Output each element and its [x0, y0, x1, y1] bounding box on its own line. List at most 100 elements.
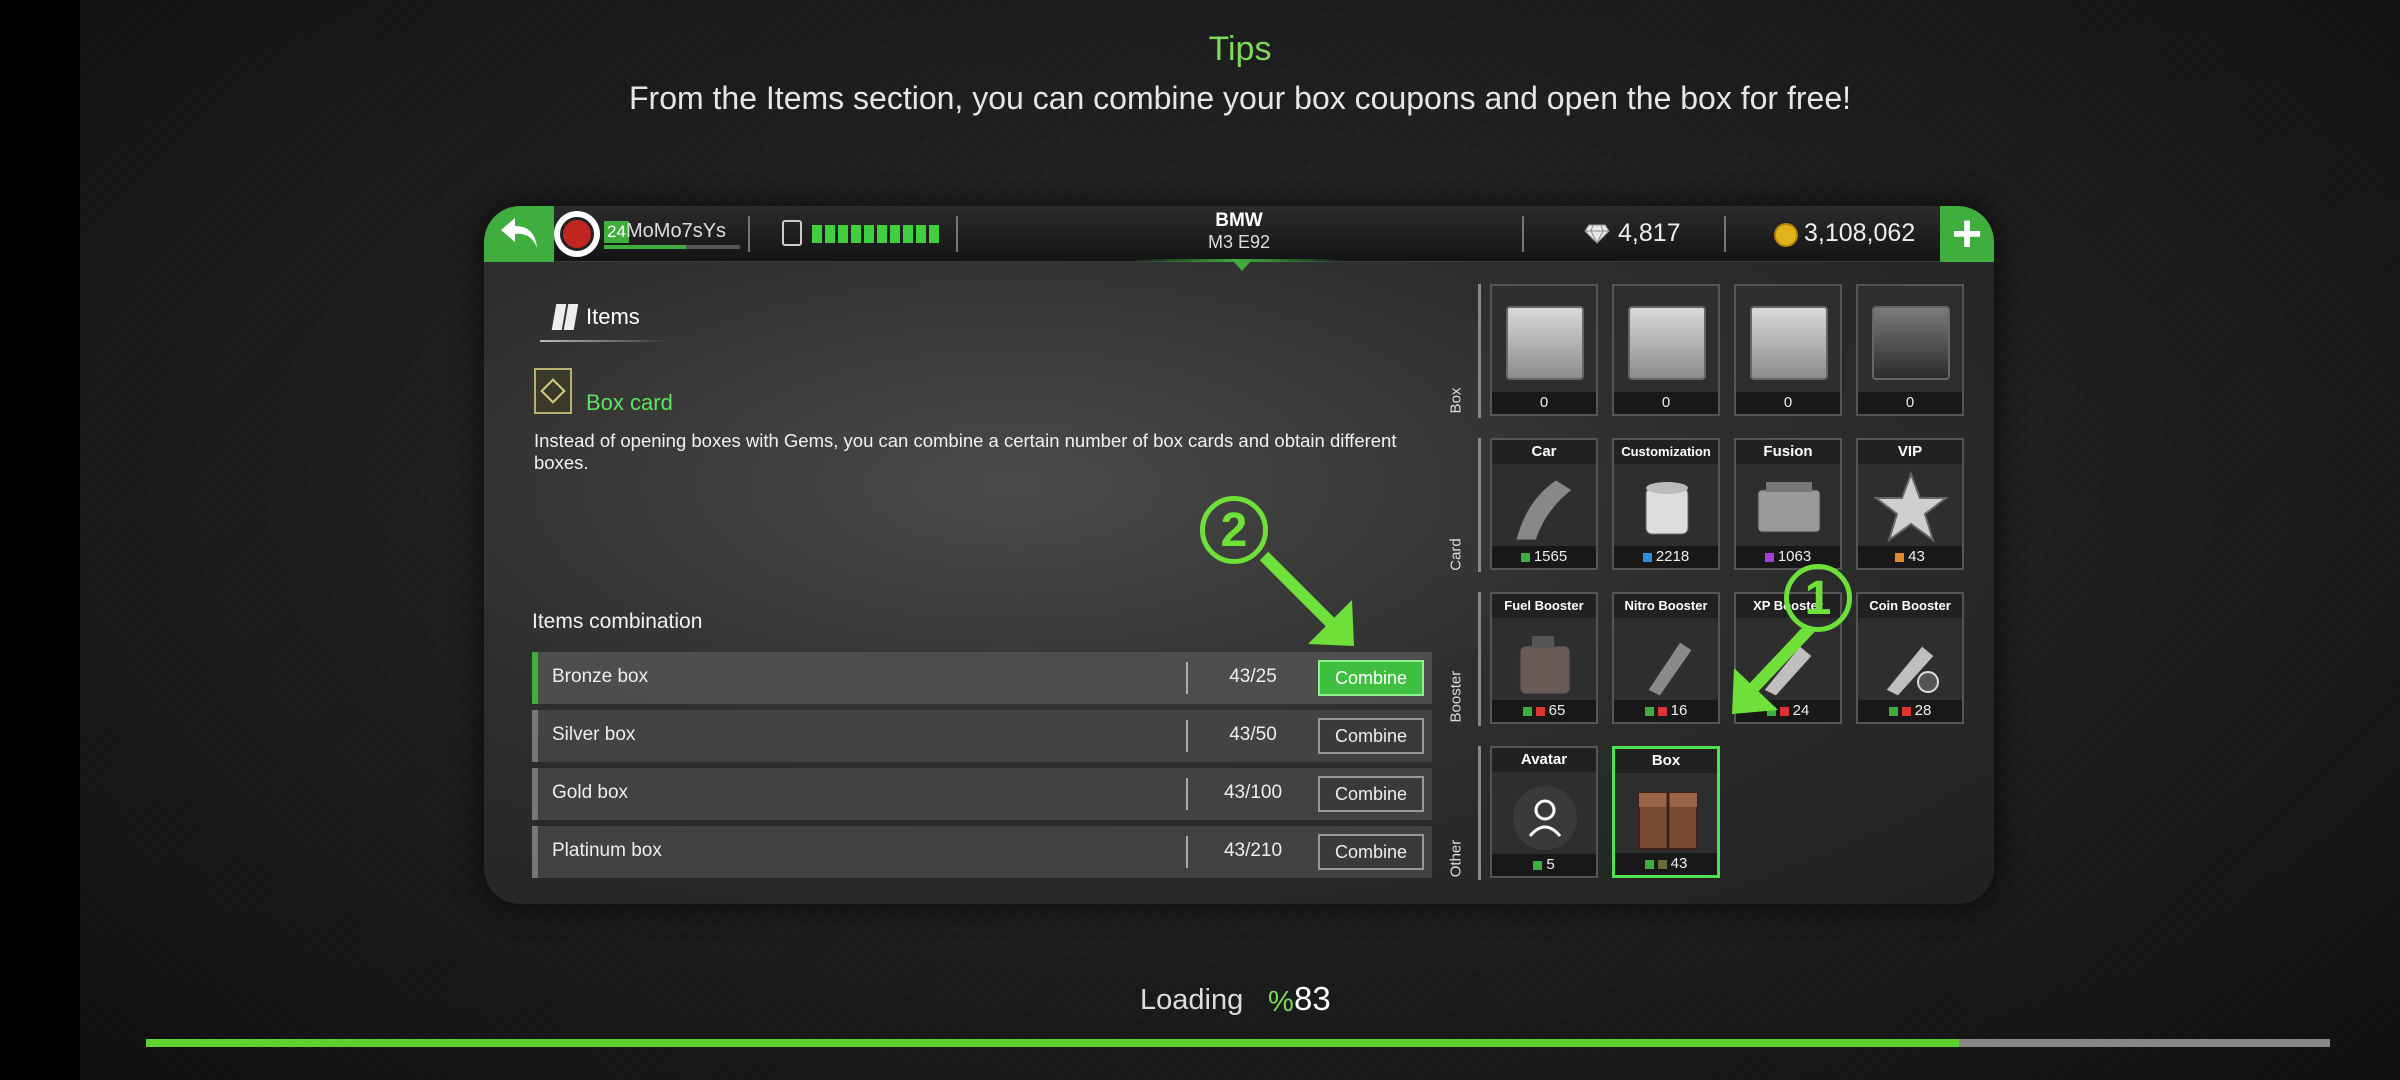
- combine-button[interactable]: Combine: [1318, 834, 1424, 870]
- row-divider: [1478, 438, 1481, 572]
- card-tile-fusion[interactable]: Fusion 1063: [1734, 438, 1842, 570]
- divider: [1186, 836, 1188, 868]
- items-icon: [550, 304, 580, 330]
- row-label-card: Card: [1447, 538, 1465, 571]
- tile-label: Coin Booster: [1858, 594, 1962, 618]
- booster-icon: [1901, 707, 1911, 716]
- tile-label: Avatar: [1492, 748, 1596, 772]
- selected-item-title: Box card: [586, 390, 673, 415]
- combination-name: Platinum box: [552, 840, 662, 861]
- combination-count: 43/210: [1223, 840, 1283, 861]
- tile-count: 0: [1736, 392, 1840, 414]
- box-tile[interactable]: 0: [1856, 284, 1964, 416]
- combination-row: Silver box 43/50 Combine: [532, 710, 1432, 762]
- platinum-crate-icon: [1872, 306, 1950, 380]
- left-black-bar: [0, 0, 80, 1080]
- divider: [1724, 216, 1726, 252]
- item-icon: [1644, 860, 1654, 869]
- gold-crate-icon: [1750, 306, 1828, 380]
- loading-progress-bar: [146, 1039, 2330, 1047]
- tile-count-row: 2218: [1614, 546, 1718, 568]
- bronze-crate-icon: [1506, 306, 1584, 380]
- combination-name: Silver box: [552, 724, 636, 745]
- combination-name: Gold box: [552, 782, 629, 803]
- booster-icon: [1888, 707, 1898, 716]
- tips-text: From the Items section, you can combine …: [628, 80, 1851, 116]
- booster-tile-coin[interactable]: Coin Booster 28: [1856, 592, 1964, 724]
- tile-label: Nitro Booster: [1614, 594, 1718, 618]
- tile-label: Fuel Booster: [1492, 594, 1596, 618]
- booster-tile-fuel[interactable]: Fuel Booster 65: [1490, 592, 1598, 724]
- card-icon: [1642, 553, 1652, 562]
- tile-count: 0: [1492, 392, 1596, 414]
- silver-crate-icon: [1628, 306, 1706, 380]
- loading-label: Loading: [1140, 984, 1244, 1016]
- tile-count: 28: [1914, 702, 1932, 719]
- items-underline: [540, 340, 670, 342]
- step-1-arrow-icon: [1732, 623, 1815, 714]
- tile-count-row: 65: [1492, 700, 1596, 722]
- nitro-bottle-icon: [1647, 641, 1693, 697]
- card-icon: [1895, 553, 1905, 562]
- card-tile-vip[interactable]: VIP 43: [1856, 438, 1964, 570]
- tile-label: Fusion: [1736, 440, 1840, 464]
- combination-count: 43/25: [1229, 666, 1277, 687]
- tile-count: 2218: [1655, 548, 1690, 565]
- tip-screenshot-panel: 24 MoMo7sYs BMW M3 E92 4,817 3,108,062 +…: [484, 206, 1994, 904]
- wooden-box-icon: [1638, 792, 1698, 850]
- booster-icon: [1535, 707, 1545, 716]
- paint-bucket-icon: [1645, 482, 1689, 535]
- booster-icon: [1522, 707, 1532, 716]
- box-tile[interactable]: 0: [1490, 284, 1598, 416]
- row-label-booster: Booster: [1447, 670, 1465, 723]
- tips-title: Tips: [1208, 30, 1272, 68]
- combination-count: 43/50: [1229, 724, 1277, 745]
- tile-count-row: 16: [1614, 700, 1718, 722]
- other-tile-box[interactable]: Box 43: [1612, 746, 1720, 878]
- divider: [1186, 720, 1188, 752]
- tile-count-row: 28: [1858, 700, 1962, 722]
- row-divider: [1478, 284, 1481, 418]
- box-tile[interactable]: 0: [1734, 284, 1842, 416]
- tile-count: 5: [1546, 856, 1555, 873]
- combine-button[interactable]: Combine: [1318, 718, 1424, 754]
- combination-row: Platinum box 43/210 Combine: [532, 826, 1432, 878]
- card-tile-customization[interactable]: Customization 2218: [1612, 438, 1720, 570]
- booster-icon: [1644, 707, 1654, 716]
- card-tile-car[interactable]: Car 1565: [1490, 438, 1598, 570]
- combine-button[interactable]: Combine: [1318, 776, 1424, 812]
- tile-count-row: 43: [1858, 546, 1962, 568]
- divider: [1186, 778, 1188, 810]
- row-divider: [1478, 592, 1481, 726]
- other-tile-avatar[interactable]: Avatar 5: [1490, 746, 1598, 878]
- tile-count-row: 1565: [1492, 546, 1596, 568]
- card-icon: [1764, 553, 1774, 562]
- gem-balance: 4,817: [1618, 219, 1681, 247]
- item-icon: [1533, 861, 1543, 870]
- star-icon: [1873, 471, 1949, 543]
- plus-icon: +: [1951, 206, 1983, 263]
- tile-label: Customization: [1614, 440, 1718, 464]
- box-tile[interactable]: 0: [1612, 284, 1720, 416]
- items-title: Items: [586, 304, 640, 329]
- avatar-icon: [1513, 786, 1577, 850]
- tile-count: 65: [1548, 702, 1566, 719]
- loading-progress-fill: [146, 1039, 1959, 1047]
- fuel-can-icon: [1519, 636, 1571, 695]
- loading-percent-symbol: %: [1268, 986, 1294, 1018]
- step-2-arrow-icon: [1259, 551, 1354, 646]
- car-model: M3 E92: [1207, 232, 1271, 252]
- tile-label: Box: [1615, 749, 1717, 773]
- tile-count: 1063: [1777, 548, 1812, 565]
- tile-label: Car: [1492, 440, 1596, 464]
- combination-row: Gold box 43/100 Combine: [532, 768, 1432, 820]
- tile-count: 1565: [1533, 548, 1568, 565]
- divider: [1186, 662, 1188, 694]
- booster-tile-nitro[interactable]: Nitro Booster 16: [1612, 592, 1720, 724]
- row-divider: [1478, 746, 1481, 880]
- tile-count: 16: [1670, 702, 1688, 719]
- card-icon: [1520, 553, 1530, 562]
- booster-icon: [1657, 707, 1667, 716]
- combination-title: Items combination: [532, 610, 703, 633]
- box-card-icon: [534, 368, 572, 414]
